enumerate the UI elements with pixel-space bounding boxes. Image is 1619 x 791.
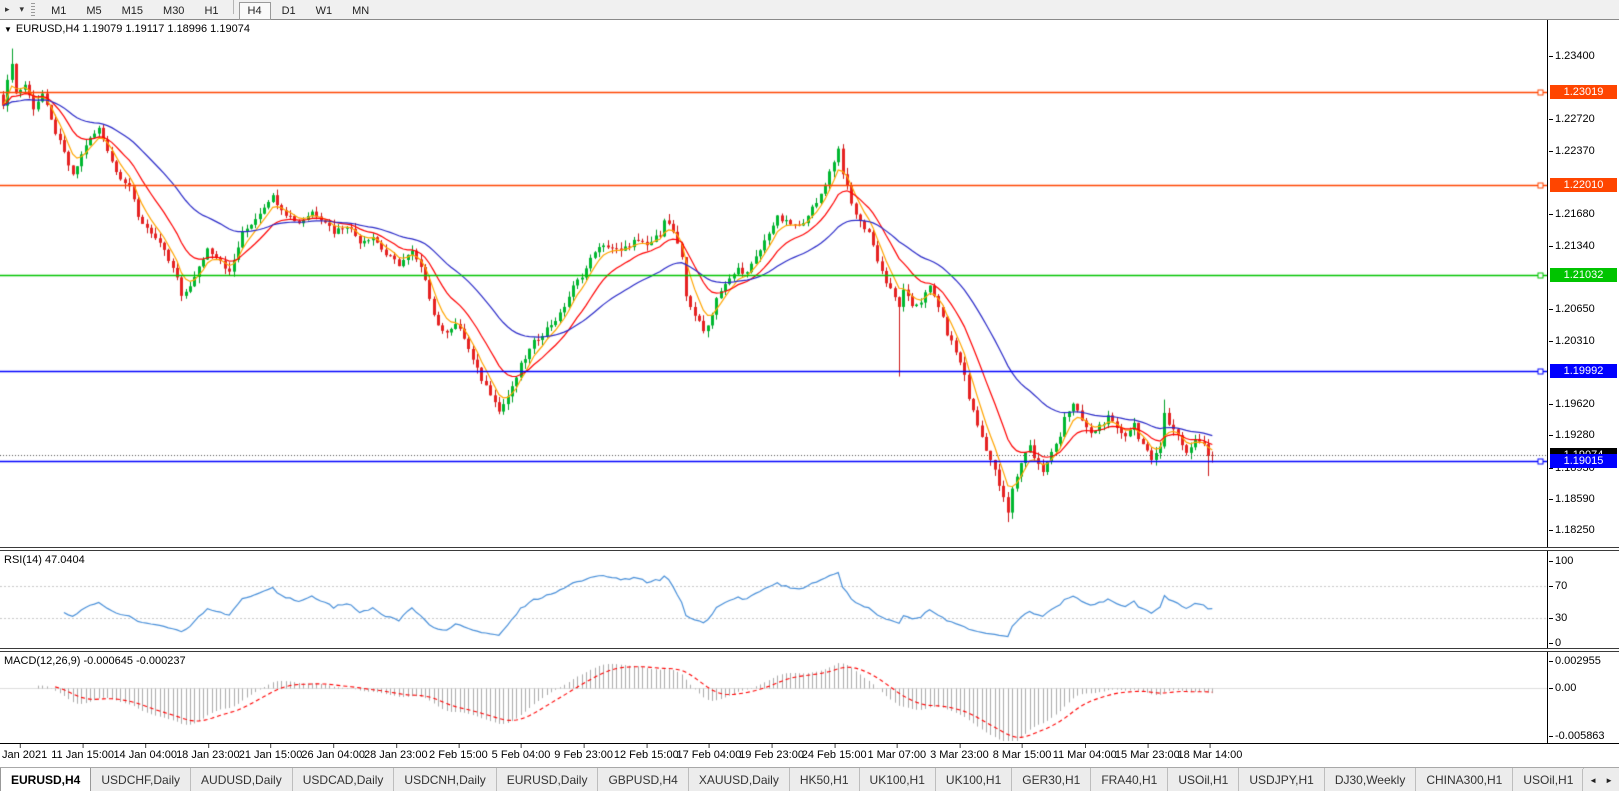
tab-USDJPY-H1[interactable]: USDJPY,H1: [1239, 768, 1324, 791]
tab-scroll-left-icon[interactable]: ◄: [1589, 777, 1597, 785]
price-chart-panel: ▼ EURUSD,H4 1.19079 1.19117 1.18996 1.190…: [0, 20, 1619, 547]
chart-title-text: EURUSD,H4 1.19079 1.19117 1.18996 1.1907…: [16, 23, 250, 35]
rsi-axis-tick: 70: [1555, 580, 1567, 592]
mt4-window: ▸ ▾ M1M5M15M30H1 H4D1W1MN ▼ EURUSD,H4 1.19…: [0, 0, 1619, 791]
time-axis-label: 18 Mar 14:00: [1178, 749, 1243, 761]
time-axis-label: 19 Feb 23:00: [739, 749, 804, 761]
tab-scroll-right-icon[interactable]: ►: [1605, 777, 1613, 785]
time-axis-label: 2 Feb 15:00: [429, 749, 488, 761]
timeframe-button-mn[interactable]: MN: [343, 2, 378, 20]
time-axis-label: 5 Jan 2021: [0, 749, 47, 761]
price-axis-tick: 1.21340: [1555, 240, 1595, 252]
tab-AUDUSD-Daily[interactable]: AUDUSD,Daily: [191, 768, 293, 791]
timeframe-button-m1[interactable]: M1: [42, 2, 75, 20]
level-badge-1.23019[interactable]: 1.23019: [1550, 85, 1617, 99]
timeframe-button-d1[interactable]: D1: [273, 2, 305, 20]
price-axis-tick: 1.20310: [1555, 335, 1595, 347]
tab-DJ30-Weekly[interactable]: DJ30,Weekly: [1325, 768, 1416, 791]
price-axis-tick: 1.19280: [1555, 429, 1595, 441]
macd-label: MACD(12,26,9) -0.000645 -0.000237: [4, 655, 186, 667]
chart-scroll-icon[interactable]: ▸: [0, 4, 15, 15]
time-axis-label: 12 Feb 15:00: [614, 749, 679, 761]
time-axis-label: 11 Jan 15:00: [51, 749, 114, 761]
tab-UK100-H1[interactable]: UK100,H1: [860, 768, 936, 791]
collapse-icon[interactable]: ▼: [4, 25, 12, 34]
timeframe-button-m15[interactable]: M15: [113, 2, 152, 20]
tab-GBPUSD-H4[interactable]: GBPUSD,H4: [598, 768, 688, 791]
timeframe-buttons: M1M5M15M30H1 H4D1W1MN: [41, 0, 379, 20]
tab-USDCAD-Daily[interactable]: USDCAD,Daily: [293, 768, 395, 791]
price-axis[interactable]: 1.23400 1.22720 1.22370 1.21680 1.21340 1.206…: [1547, 20, 1619, 547]
macd-axis[interactable]: 0.002955 0.00 -0.005863: [1547, 652, 1619, 743]
timeframe-button-w1[interactable]: W1: [307, 2, 342, 20]
time-axis-label: 24 Feb 15:00: [802, 749, 867, 761]
price-axis-tick: 1.22370: [1555, 145, 1595, 157]
macd-axis-tick: 0.00: [1555, 682, 1576, 694]
tab-XAUUSD-Daily[interactable]: XAUUSD,Daily: [689, 768, 790, 791]
time-axis-label: 3 Mar 23:00: [930, 749, 989, 761]
toolbar-grip[interactable]: [31, 3, 35, 17]
rsi-axis[interactable]: 10070300: [1547, 551, 1619, 648]
tab-GER30-H1[interactable]: GER30,H1: [1012, 768, 1091, 791]
timeframe-button-h1[interactable]: H1: [195, 2, 227, 20]
tab-USDCHF-Daily[interactable]: USDCHF,Daily: [91, 768, 191, 791]
timeframe-button-m30[interactable]: M30: [154, 2, 193, 20]
time-axis-label: 9 Feb 23:00: [554, 749, 613, 761]
time-axis[interactable]: 5 Jan 2021 11 Jan 15:0014 Jan 04:0018 Jan…: [0, 743, 1619, 768]
price-axis-tick: 1.18590: [1555, 493, 1595, 505]
time-axis-label: 11 Mar 04:00: [1053, 749, 1117, 761]
time-axis-label: 28 Jan 23:00: [364, 749, 428, 761]
price-axis-tick: 1.18250: [1555, 524, 1595, 536]
tab-FRA40-H1[interactable]: FRA40,H1: [1091, 768, 1168, 791]
level-badge-1.22010[interactable]: 1.22010: [1550, 178, 1617, 192]
price-axis-tick: 1.20650: [1555, 303, 1595, 315]
time-axis-label: 5 Feb 04:00: [492, 749, 551, 761]
timeframe-button-m5[interactable]: M5: [77, 2, 110, 20]
level-badge-1.21032[interactable]: 1.21032: [1550, 268, 1617, 282]
time-axis-label: 21 Jan 15:00: [239, 749, 303, 761]
level-badge-1.19015[interactable]: 1.19015: [1550, 454, 1617, 468]
time-axis-label: 18 Jan 23:00: [176, 749, 240, 761]
price-axis-tick: 1.23400: [1555, 50, 1595, 62]
tab-USOil-H1[interactable]: USOil,H1: [1513, 768, 1584, 791]
time-axis-label: 1 Mar 07:00: [867, 749, 926, 761]
rsi-label: RSI(14) 47.0404: [4, 554, 85, 566]
timeframe-button-h4[interactable]: H4: [239, 2, 271, 20]
tab-HK50-H1[interactable]: HK50,H1: [790, 768, 860, 791]
tab-USOil-H1[interactable]: USOil,H1: [1168, 768, 1239, 791]
rsi-panel: RSI(14) 47.0404 10070300: [0, 551, 1619, 648]
time-axis-label: 17 Feb 04:00: [677, 749, 742, 761]
toolbar-dropdown-icon[interactable]: ▾: [15, 4, 30, 15]
tab-UK100-H1[interactable]: UK100,H1: [936, 768, 1012, 791]
rsi-canvas[interactable]: [0, 551, 1547, 648]
rsi-axis-tick: 30: [1555, 612, 1567, 624]
macd-axis-tick: -0.005863: [1555, 730, 1605, 742]
tab-scroll-controls: ◄ ►: [1582, 769, 1619, 791]
price-axis-tick: 1.22720: [1555, 113, 1595, 125]
price-axis-tick: 1.19620: [1555, 398, 1595, 410]
timeframe-toolbar: ▸ ▾ M1M5M15M30H1 H4D1W1MN: [0, 0, 1619, 20]
macd-canvas[interactable]: [0, 652, 1547, 743]
time-axis-label: 26 Jan 04:00: [301, 749, 365, 761]
tab-USDCNH-Daily[interactable]: USDCNH,Daily: [394, 768, 496, 791]
macd-axis-tick: 0.002955: [1555, 655, 1601, 667]
time-axis-label: 14 Jan 04:00: [113, 749, 177, 761]
time-axis-label: 8 Mar 15:00: [993, 749, 1052, 761]
tab-EURUSD-Daily[interactable]: EURUSD,Daily: [497, 768, 599, 791]
macd-panel: MACD(12,26,9) -0.000645 -0.000237 0.0029…: [0, 652, 1619, 743]
tab-EURUSD-H4[interactable]: EURUSD,H4: [0, 768, 91, 791]
rsi-axis-tick: 100: [1555, 555, 1573, 567]
chart-title: ▼ EURUSD,H4 1.19079 1.19117 1.18996 1.190…: [4, 23, 250, 35]
time-axis-label: 15 Mar 23:00: [1115, 749, 1180, 761]
level-badge-1.19992[interactable]: 1.19992: [1550, 364, 1617, 378]
toolbar-separator: [233, 0, 234, 14]
tab-CHINA300-H1[interactable]: CHINA300,H1: [1416, 768, 1513, 791]
price-axis-tick: 1.21680: [1555, 208, 1595, 220]
price-chart-canvas[interactable]: [0, 20, 1547, 547]
chart-tab-bar: EURUSD,H4USDCHF,DailyAUDUSD,DailyUSDCAD,…: [0, 767, 1619, 791]
